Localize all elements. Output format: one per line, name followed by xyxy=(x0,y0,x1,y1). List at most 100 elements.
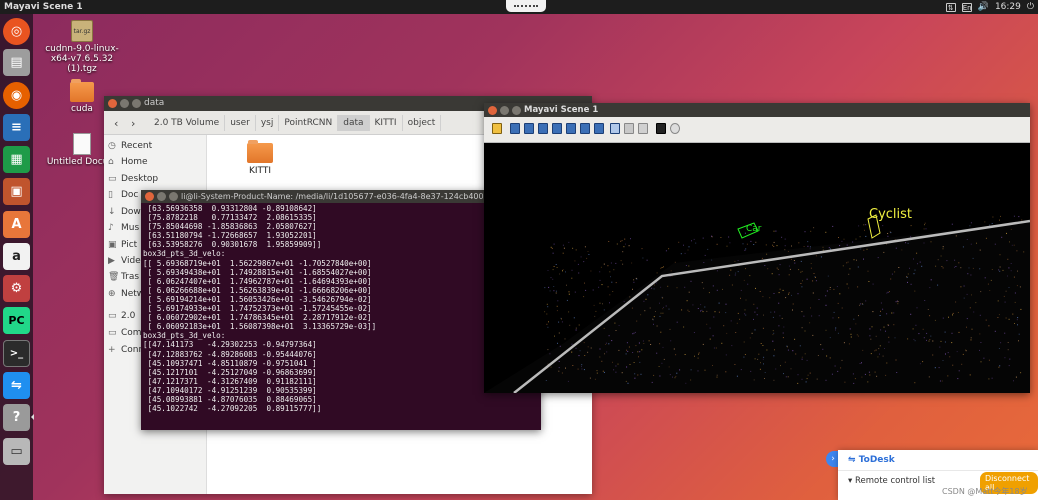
trash-icon: 🗑 xyxy=(108,272,120,282)
sidebar-item-videos[interactable]: ▶ Vide xyxy=(108,254,141,268)
window-titlebar[interactable]: Mayavi Scene 1 xyxy=(484,103,1030,117)
sidebar-item-home[interactable]: ⌂ Home xyxy=(108,155,148,169)
breadcrumb-item[interactable]: object xyxy=(403,115,442,131)
folder-label: KITTI xyxy=(248,166,272,176)
maximize-icon[interactable] xyxy=(132,99,141,108)
clock[interactable]: 16:29 xyxy=(995,0,1021,14)
folder-item[interactable]: KITTI xyxy=(238,140,282,176)
terminal-icon[interactable]: >_ xyxy=(3,340,30,367)
todesk-title: ⇋ ToDesk xyxy=(848,455,895,465)
clock-icon: ◷ xyxy=(108,141,116,151)
drive-icon: ▭ xyxy=(108,311,117,321)
sidebar-item-trash[interactable]: 🗑 Tras xyxy=(108,270,139,284)
keyboard-layout-indicator[interactable]: En xyxy=(961,2,972,12)
impress-icon[interactable]: ▣ xyxy=(3,178,30,205)
maximize-icon[interactable] xyxy=(169,192,178,201)
help-icon[interactable]: ? xyxy=(3,404,30,431)
window-title: data xyxy=(144,98,165,108)
view-iso-icon[interactable] xyxy=(594,123,604,134)
sidebar-item-volume[interactable]: ▭ 2.0 xyxy=(108,309,135,323)
close-icon[interactable] xyxy=(488,106,497,115)
network-icon[interactable]: ⇅ xyxy=(945,2,956,12)
remote-control-list[interactable]: ▾ Remote control list xyxy=(848,476,935,486)
fullscreen-icon[interactable] xyxy=(638,123,648,134)
computer-icon: ▭ xyxy=(108,328,117,338)
breadcrumb-item[interactable]: 2.0 TB Volume xyxy=(149,115,226,131)
save-icon[interactable] xyxy=(656,123,666,134)
sidebar-item-network[interactable]: ⊕ Netw xyxy=(108,287,144,301)
calc-icon[interactable]: ▦ xyxy=(3,146,30,173)
volume-icon[interactable]: 🔊 xyxy=(978,0,989,14)
view-z-plus-icon[interactable] xyxy=(566,123,576,134)
firefox-icon[interactable]: ◉ xyxy=(3,82,30,109)
archive-icon: tar.gz xyxy=(71,20,93,42)
close-icon[interactable] xyxy=(108,99,117,108)
window-title: Mayavi Scene 1 xyxy=(524,105,599,115)
home-icon: ⌂ xyxy=(108,157,114,167)
amazon-icon[interactable]: a xyxy=(3,243,30,270)
mayavi-window: Mayavi Scene 1 Car Cyclist xyxy=(484,103,1030,393)
files-icon[interactable]: ▤ xyxy=(3,49,30,76)
breadcrumb-item[interactable]: PointRCNN xyxy=(279,115,339,131)
settings-icon[interactable]: ⚙ xyxy=(3,275,30,302)
ubuntu-dock-handle[interactable] xyxy=(506,0,546,12)
power-icon[interactable]: ⏻ xyxy=(1027,0,1034,14)
window-titlebar[interactable]: li@li-System-Product-Name: /media/li/1d1… xyxy=(141,190,541,203)
folder-icon: ▭ xyxy=(108,174,117,184)
configure-icon[interactable] xyxy=(670,123,680,134)
terminal-window: li@li-System-Product-Name: /media/li/1d1… xyxy=(141,190,541,430)
desktop-icon-label: cudnn-9.0-linux-x64-v7.6.5.32 (1).tgz xyxy=(45,44,119,74)
breadcrumb-item[interactable]: KITTI xyxy=(370,115,403,131)
breadcrumb-item-current[interactable]: data xyxy=(338,115,370,131)
axes-icon[interactable] xyxy=(624,123,634,134)
3d-scene-view[interactable]: Car Cyclist xyxy=(484,143,1030,393)
sidebar-item-recent[interactable]: ◷ Recent xyxy=(108,139,152,153)
sidebar-item-downloads[interactable]: ↓ Dow xyxy=(108,205,141,219)
desktop-icon-label: cuda xyxy=(71,104,93,114)
picture-icon: ▣ xyxy=(108,240,117,250)
maximize-icon[interactable] xyxy=(512,106,521,115)
window-title: li@li-System-Product-Name: /media/li/1d1… xyxy=(181,192,484,201)
view-y-plus-icon[interactable] xyxy=(538,123,548,134)
todesk-logo-icon: ⇋ xyxy=(848,455,856,465)
breadcrumb-item[interactable]: user xyxy=(225,115,256,131)
sidebar-item-connect[interactable]: + Conn xyxy=(108,343,144,357)
software-center-icon[interactable]: A xyxy=(3,211,30,238)
download-icon: ↓ xyxy=(108,207,116,217)
folder-icon xyxy=(247,140,273,163)
todesk-icon[interactable]: ⇋ xyxy=(3,372,30,399)
sidebar-item-computer[interactable]: ▭ Com xyxy=(108,326,142,340)
sidebar-item-pictures[interactable]: ▣ Pict xyxy=(108,238,137,252)
active-app-title[interactable]: Mayavi Scene 1 xyxy=(4,0,83,14)
watermark: CSDN @Matt今年18岁 xyxy=(942,487,1028,496)
close-icon[interactable] xyxy=(145,192,154,201)
minimize-icon[interactable] xyxy=(120,99,129,108)
active-indicator xyxy=(31,414,34,420)
drive-icon[interactable]: ▭ xyxy=(3,438,30,465)
sidebar-item-desktop[interactable]: ▭ Desktop xyxy=(108,172,158,186)
ubuntu-icon[interactable]: ◎ xyxy=(3,18,30,45)
sidebar-item-documents[interactable]: ▯ Doc xyxy=(108,188,138,202)
mayavi-logo-icon[interactable] xyxy=(492,123,502,134)
view-x-plus-icon[interactable] xyxy=(510,123,520,134)
minimize-icon[interactable] xyxy=(500,106,509,115)
terminal-output[interactable]: [63.56936358 0.93312804 -0.89108642] [75… xyxy=(141,203,541,414)
minimize-icon[interactable] xyxy=(157,192,166,201)
desktop-icon-cudnn[interactable]: tar.gz cudnn-9.0-linux-x64-v7.6.5.32 (1)… xyxy=(42,20,122,74)
launcher: ◎ ▤ ◉ ≡ ▦ ▣ A a ⚙ PC >_ ⇋ ? ▭ xyxy=(0,14,34,500)
sidebar-item-music[interactable]: ♪ Mus xyxy=(108,221,139,235)
pycharm-icon[interactable]: PC xyxy=(3,307,30,334)
view-y-minus-icon[interactable] xyxy=(552,123,562,134)
writer-icon[interactable]: ≡ xyxy=(3,114,30,141)
breadcrumb-item[interactable]: ysj xyxy=(256,115,280,131)
view-z-minus-icon[interactable] xyxy=(580,123,590,134)
document-icon: ▯ xyxy=(108,190,113,200)
document-icon xyxy=(73,133,91,155)
todesk-panel: ⇋ ToDesk ▾ Remote control list Disconnec… xyxy=(838,450,1038,500)
back-icon[interactable]: ‹ xyxy=(114,117,118,130)
view-x-minus-icon[interactable] xyxy=(524,123,534,134)
forward-icon[interactable]: › xyxy=(131,117,135,130)
parallel-projection-icon[interactable] xyxy=(610,123,620,134)
car-label: Car xyxy=(746,224,762,234)
cyclist-label: Cyclist xyxy=(869,207,912,222)
